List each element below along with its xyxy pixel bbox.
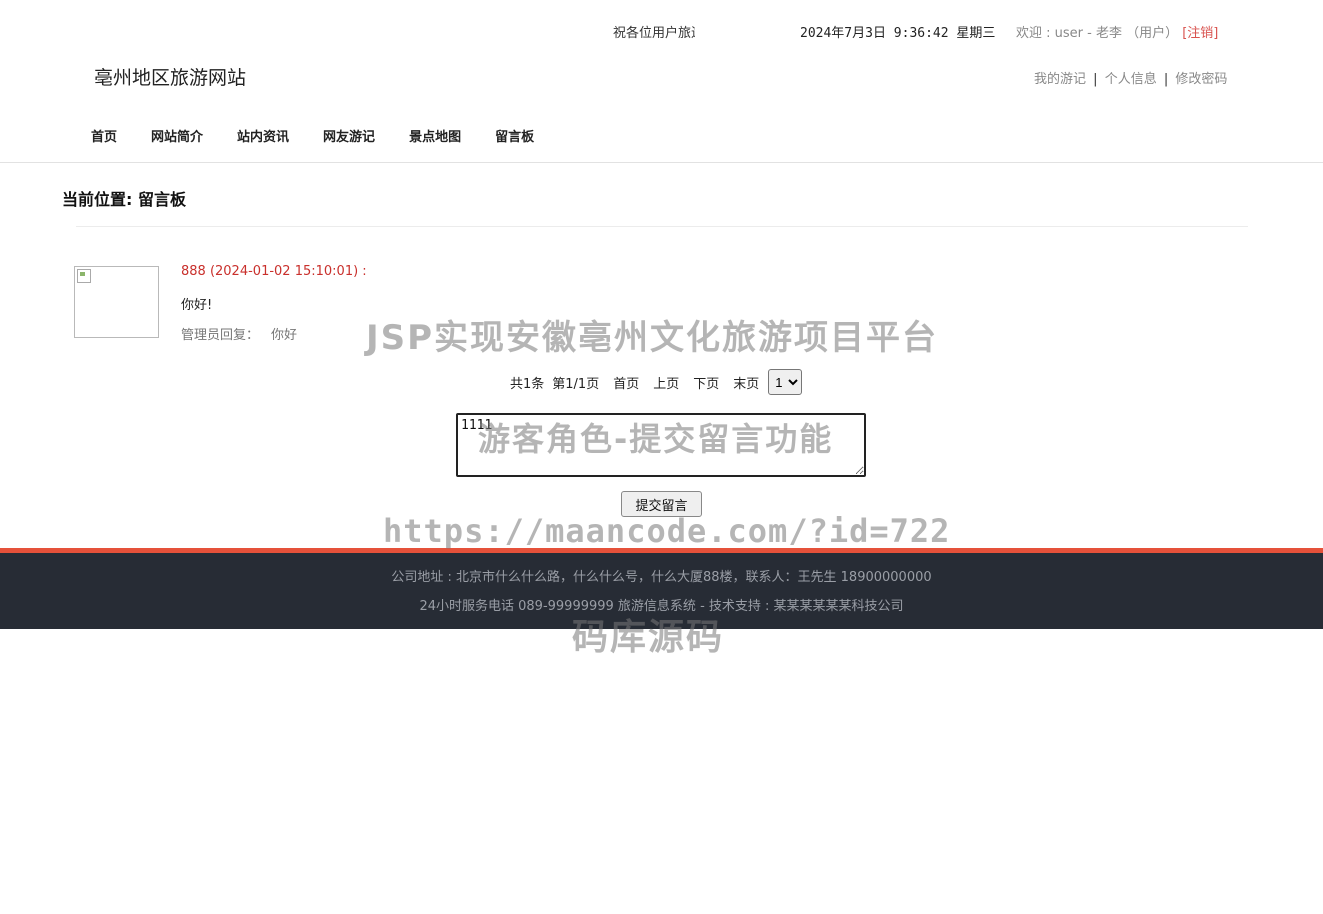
user-links: 我的游记 | 个人信息 | 修改密码: [1034, 68, 1227, 87]
pager-last[interactable]: 末页: [733, 373, 759, 392]
footer-contact: 24小时服务电话 089-99999999 旅游信息系统 - 技术支持 : 某某…: [419, 599, 904, 614]
nav-item-guestbook[interactable]: 留言板: [495, 126, 534, 145]
main-nav: 首页 网站简介 站内资讯 网友游记 景点地图 留言板: [91, 126, 568, 145]
pager-first[interactable]: 首页: [613, 373, 639, 392]
marquee-notice: 祝各位用户旅途愉快: [613, 26, 695, 41]
pagination: 共1条 第1/1页 首页 上页 下页 末页 1: [510, 369, 803, 395]
page-select[interactable]: 1: [768, 369, 803, 395]
pager-total: 共1条: [510, 376, 545, 392]
welcome-label: 欢迎 : user - 老李 （用户）: [1016, 26, 1179, 41]
breadcrumb: 当前位置: 留言板: [62, 190, 186, 209]
nav-divider: [0, 162, 1323, 163]
watermark-title: JSP实现安徽亳州文化旅游项目平台: [366, 318, 939, 358]
admin-reply-text: 你好: [271, 328, 298, 343]
separator: |: [1093, 72, 1098, 87]
pager-prev[interactable]: 上页: [653, 373, 679, 392]
message-input[interactable]: 1111: [456, 413, 866, 477]
welcome-text: 欢迎 : user - 老李 （用户） [注销]: [1016, 22, 1218, 41]
nav-item-map[interactable]: 景点地图: [409, 126, 461, 145]
pager-next[interactable]: 下页: [693, 373, 719, 392]
submit-message-button[interactable]: 提交留言: [621, 491, 702, 517]
logout-link[interactable]: [注销]: [1182, 26, 1218, 41]
footer: 公司地址 : 北京市什么什么路，什么什么号，什么大厦88楼，联系人：王先生 18…: [0, 553, 1323, 629]
my-travelogue-link[interactable]: 我的游记: [1034, 72, 1086, 87]
footer-address: 公司地址 : 北京市什么什么路，什么什么号，什么大厦88楼，联系人：王先生 18…: [391, 570, 932, 585]
separator: |: [1163, 72, 1169, 87]
broken-image-icon: [77, 269, 91, 283]
admin-reply: 管理员回复： 你好: [181, 324, 297, 343]
admin-reply-label: 管理员回复：: [181, 328, 260, 343]
message-header: 888 (2024-01-02 15:10:01) :: [181, 264, 367, 279]
watermark-url: https://maancode.com/?id=722: [383, 512, 951, 550]
nav-item-travelogues[interactable]: 网友游记: [323, 126, 375, 145]
nav-item-home[interactable]: 首页: [91, 126, 117, 145]
message-content: 你好!: [181, 298, 213, 313]
datetime-clock: 2024年7月3日 9:36:42 星期三: [800, 26, 996, 41]
change-password-link[interactable]: 修改密码: [1175, 72, 1227, 87]
site-title: 亳州地区旅游网站: [94, 67, 247, 89]
nav-item-intro[interactable]: 网站简介: [151, 126, 203, 145]
pager-page: 第1/1页: [552, 376, 600, 392]
nav-item-news[interactable]: 站内资讯: [237, 126, 289, 145]
avatar: [74, 266, 159, 338]
breadcrumb-divider: [76, 226, 1248, 227]
profile-link[interactable]: 个人信息: [1105, 72, 1157, 87]
